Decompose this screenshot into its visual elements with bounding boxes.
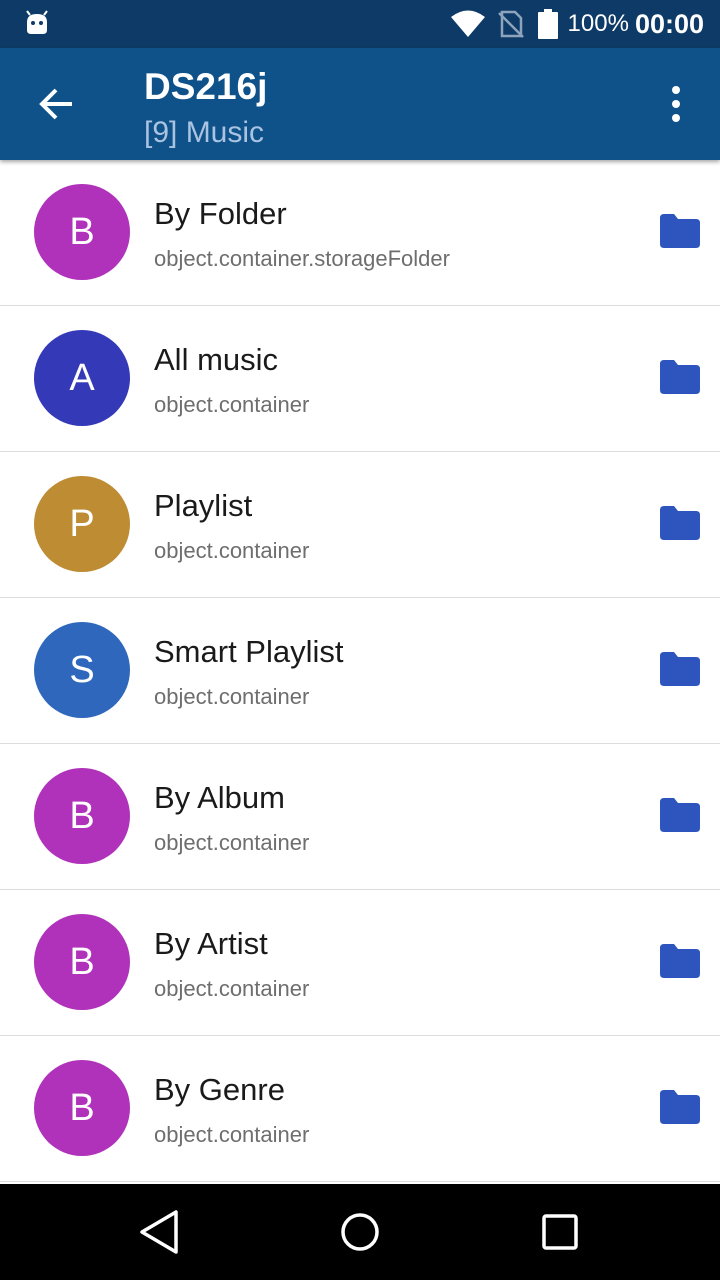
avatar: B: [34, 914, 130, 1010]
item-title: By Album: [154, 780, 285, 815]
item-title: Playlist: [154, 488, 253, 523]
list-item[interactable]: A All music object.container: [0, 306, 720, 452]
item-subtitle: object.container: [154, 392, 310, 417]
item-title: Smart Playlist: [154, 634, 344, 669]
list-item[interactable]: B By Folder object.container.storageFolder: [0, 160, 720, 306]
item-title: By Folder: [154, 196, 287, 231]
status-icons: 100% 00:00: [450, 0, 704, 48]
clock: 00:00: [634, 8, 704, 39]
page-subtitle: [9] Music: [144, 116, 265, 149]
folder-icon: [660, 214, 700, 248]
battery-percent: 100%: [567, 10, 629, 37]
back-arrow-icon[interactable]: [30, 78, 82, 130]
nav-home-icon[interactable]: [336, 1208, 384, 1256]
item-subtitle: object.container: [154, 684, 310, 709]
status-bar: 100% 00:00: [0, 0, 720, 48]
item-subtitle: object.container: [154, 538, 310, 563]
navigation-bar: [0, 1184, 720, 1280]
no-sim-icon: [497, 10, 524, 38]
android-icon: [26, 10, 48, 34]
item-subtitle: object.container: [154, 1122, 310, 1147]
folder-icon: [660, 360, 700, 394]
item-title: All music: [154, 342, 279, 377]
item-subtitle: object.container: [154, 830, 310, 855]
item-title: By Artist: [154, 926, 268, 961]
list-item[interactable]: P Playlist object.container: [0, 452, 720, 598]
page-title: DS216j: [144, 66, 268, 107]
avatar: P: [34, 476, 130, 572]
nav-recents-icon[interactable]: [538, 1210, 582, 1254]
item-title: By Genre: [154, 1072, 285, 1107]
avatar: A: [34, 330, 130, 426]
nav-back-icon[interactable]: [136, 1206, 184, 1258]
avatar: B: [34, 768, 130, 864]
folder-icon: [660, 798, 700, 832]
folder-icon: [660, 652, 700, 686]
content-list: B By Folder object.container.storageFolder…: [0, 160, 720, 1184]
list-item[interactable]: S Smart Playlist object.container: [0, 598, 720, 744]
app-bar: DS216j [9] Music: [0, 48, 720, 160]
avatar: B: [34, 1060, 130, 1156]
battery-icon: [537, 9, 558, 39]
folder-icon: [660, 506, 700, 540]
item-subtitle: object.container: [154, 976, 310, 1001]
wifi-icon: [450, 10, 485, 37]
list-item[interactable]: B By Artist object.container: [0, 890, 720, 1036]
list-item[interactable]: B By Album object.container: [0, 744, 720, 890]
avatar: B: [34, 184, 130, 280]
folder-icon: [660, 1090, 700, 1124]
list-item[interactable]: B By Genre object.container: [0, 1036, 720, 1182]
folder-icon: [660, 944, 700, 978]
more-vert-icon[interactable]: [656, 82, 696, 126]
avatar: S: [34, 622, 130, 718]
item-subtitle: object.container.storageFolder: [154, 246, 450, 271]
